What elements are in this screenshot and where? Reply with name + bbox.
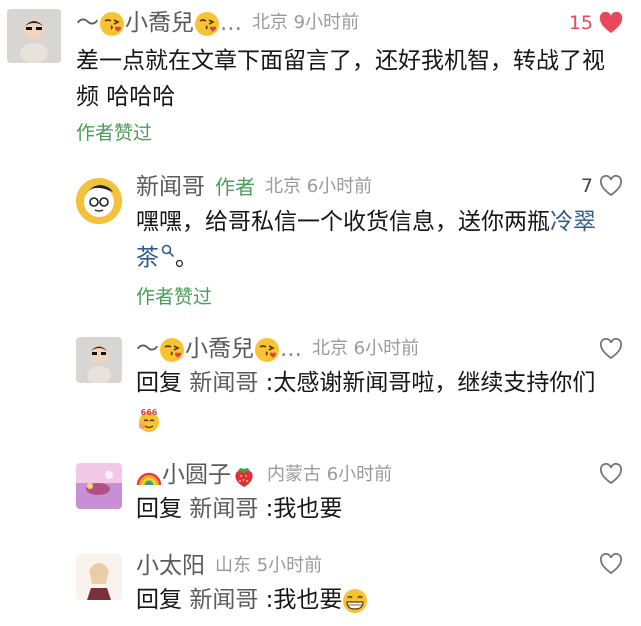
like-button[interactable] <box>599 553 623 575</box>
reply-user-name[interactable]: 小圆子 <box>136 462 257 489</box>
comment-user-name[interactable]: ～小喬兒... <box>76 10 242 37</box>
avatar-image <box>76 337 122 383</box>
kiss-emoji-icon <box>254 337 280 363</box>
reply-user-name[interactable]: ～小喬兒... <box>136 336 302 363</box>
reply-text: 嘿嘿，给哥私信一个收货信息，送你两瓶冷翠茶。 <box>136 209 596 271</box>
avatar[interactable] <box>76 178 122 224</box>
heart-outline-icon <box>599 175 623 197</box>
reply-item: 小太阳 山东 5小时前 回复 新闻哥 :我也要 <box>0 546 641 626</box>
avatar[interactable] <box>76 337 122 383</box>
kiss-emoji-icon <box>159 337 185 363</box>
reply-to-name[interactable]: 新闻哥 <box>189 587 258 613</box>
rainbow-emoji-icon <box>136 463 162 489</box>
strawberry-emoji-icon <box>231 463 257 489</box>
like-button[interactable]: 15 <box>569 12 623 34</box>
comment-item: ～小喬兒... 北京 9小时前 15 差一点就在文章下面留言了，还好我机智，转战… <box>0 0 641 160</box>
heart-filled-icon <box>599 12 623 33</box>
666-emoji-icon <box>136 407 162 433</box>
author-liked-label: 作者赞过 <box>76 122 153 144</box>
reply-item: 小圆子 内蒙古 6小时前 回复 新闻哥 :我也要 <box>0 455 641 545</box>
avatar[interactable] <box>76 463 122 509</box>
author-liked-label: 作者赞过 <box>136 286 213 308</box>
avatar-image <box>7 9 61 63</box>
kiss-emoji-icon <box>194 11 220 37</box>
search-icon <box>161 244 175 258</box>
avatar[interactable] <box>7 9 61 63</box>
reply-text: 回复 新闻哥 :我也要 <box>136 582 616 618</box>
comment-meta: 北京 9小时前 <box>251 12 360 34</box>
reply-item: ～小喬兒... 北京 6小时前 回复 新闻哥 :太感谢新闻哥啦，继续支持你们 <box>0 328 641 443</box>
reply-text: 回复 新闻哥 :太感谢新闻哥啦，继续支持你们 <box>136 365 616 437</box>
like-count: 7 <box>580 175 593 197</box>
reply-user-name[interactable]: 小太阳 <box>136 553 205 579</box>
heart-outline-icon <box>599 338 623 360</box>
avatar-image <box>76 554 122 600</box>
reply-item: 新闻哥 作者 北京 6小时前 7 嘿嘿，给哥私信一个收货信息，送你两瓶冷翠茶。 … <box>0 165 641 315</box>
reply-meta: 北京 6小时前 <box>311 338 420 360</box>
heart-outline-icon <box>599 553 623 575</box>
avatar[interactable] <box>76 554 122 600</box>
like-button[interactable] <box>599 338 623 360</box>
reply-to-name[interactable]: 新闻哥 <box>189 370 258 396</box>
comment-text: 差一点就在文章下面留言了，还好我机智，转战了视频 哈哈哈 <box>76 48 605 110</box>
avatar-image <box>76 178 122 224</box>
kiss-emoji-icon <box>99 11 125 37</box>
reply-to-name[interactable]: 新闻哥 <box>189 496 258 522</box>
reply-meta: 北京 6小时前 <box>265 176 373 197</box>
reply-meta: 内蒙古 6小时前 <box>267 464 393 486</box>
reply-text: 回复 新闻哥 :我也要 <box>136 496 343 522</box>
reply-user-name[interactable]: 新闻哥 <box>136 174 205 200</box>
like-button[interactable]: 7 <box>581 175 623 197</box>
author-tag: 作者 <box>215 175 255 199</box>
like-button[interactable] <box>599 463 623 485</box>
reply-meta: 山东 5小时前 <box>215 555 323 576</box>
heart-outline-icon <box>599 463 623 485</box>
avatar-image <box>76 463 122 509</box>
like-count: 15 <box>568 12 593 34</box>
grin-emoji-icon <box>342 588 368 614</box>
